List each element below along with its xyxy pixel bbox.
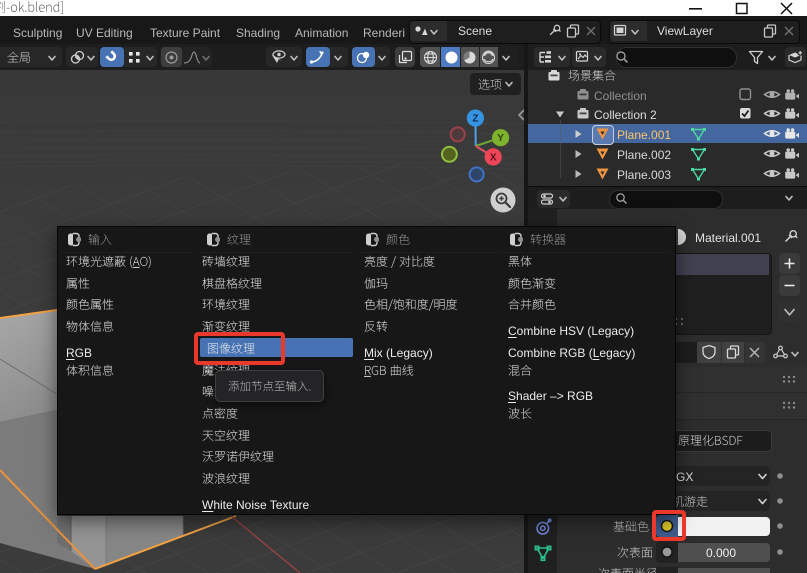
svg-text:Y: Y xyxy=(497,133,504,144)
svg-text:Z: Z xyxy=(472,114,478,125)
svg-text:X: X xyxy=(490,152,497,163)
